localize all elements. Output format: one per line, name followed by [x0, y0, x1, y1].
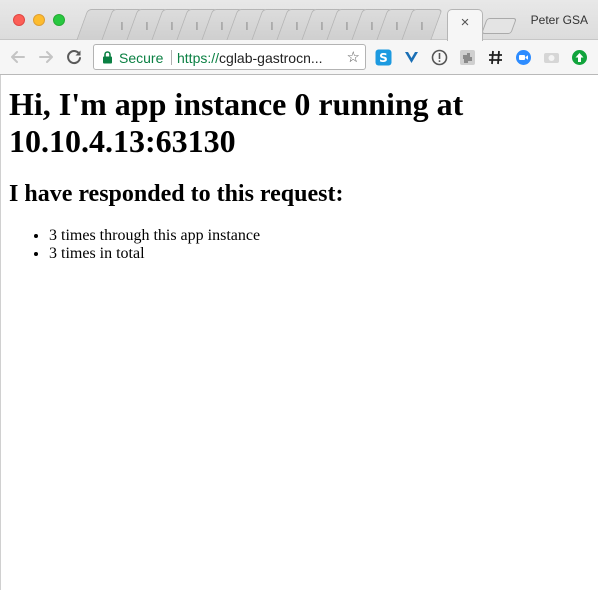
v-icon[interactable] [403, 49, 420, 66]
secure-label: Secure [119, 50, 164, 66]
bookmark-star-icon[interactable]: ☆ [347, 48, 360, 66]
window-maximize-button[interactable] [53, 14, 65, 26]
url-text[interactable]: https://cglab-gastrocn... [177, 50, 323, 66]
window-close-button[interactable] [13, 14, 25, 26]
page-subheading: I have responded to this request: [9, 181, 344, 207]
back-arrow-icon[interactable] [7, 46, 29, 68]
reload-icon[interactable] [63, 46, 85, 68]
skype-icon[interactable]: S [375, 49, 392, 66]
update-arrow-icon[interactable] [571, 49, 588, 66]
zoom-icon[interactable] [515, 49, 532, 66]
list-item: 3 times through this app instance [49, 227, 260, 245]
svg-text:S: S [379, 51, 388, 65]
profile-name[interactable]: Peter GSA [531, 13, 588, 27]
address-bar[interactable]: Secure https://cglab-gastrocn... ☆ [93, 44, 366, 70]
response-count-list: 3 times through this app instance 3 time… [9, 227, 260, 263]
page-heading: Hi, I'm app instance 0 running at 10.10.… [9, 86, 464, 159]
info-icon[interactable] [431, 49, 448, 66]
page-content: Hi, I'm app instance 0 running at 10.10.… [0, 75, 598, 590]
list-item: 3 times in total [49, 245, 260, 263]
close-tab-icon[interactable]: × [456, 14, 474, 32]
url-host: cglab-gastrocn... [219, 50, 323, 66]
url-scheme: https:// [177, 50, 220, 66]
hashtag-icon[interactable] [487, 49, 504, 66]
new-tab-button[interactable] [481, 18, 517, 34]
browser-toolbar: Secure https://cglab-gastrocn... ☆ S [0, 40, 598, 75]
address-separator [171, 50, 172, 65]
lock-icon [103, 51, 112, 64]
forward-arrow-icon[interactable] [35, 46, 57, 68]
puzzle-icon[interactable] [459, 49, 476, 66]
camera-icon[interactable] [543, 49, 560, 66]
window-minimize-button[interactable] [33, 14, 45, 26]
tab-strip: × Peter GSA [0, 0, 598, 41]
